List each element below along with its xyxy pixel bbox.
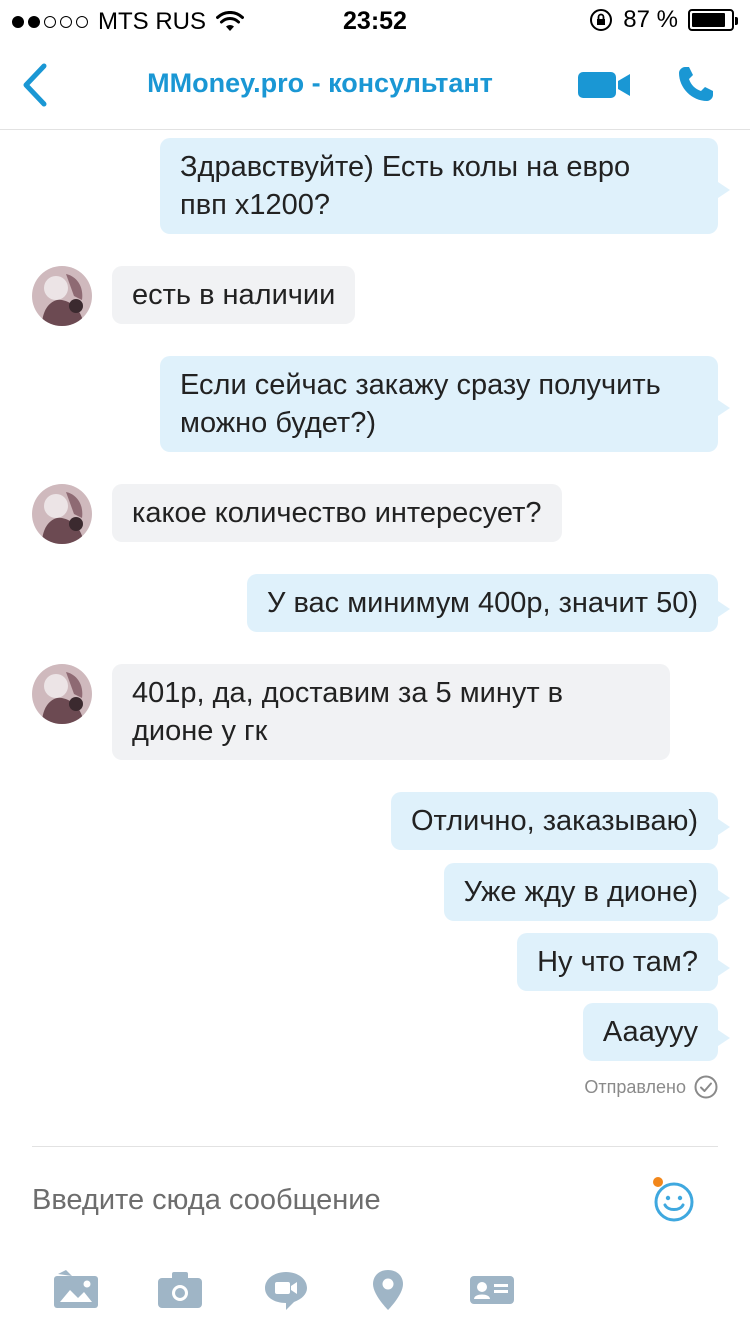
message-outgoing[interactable]: Уже жду в дионе) [443, 863, 731, 921]
video-camera-icon[interactable] [578, 70, 632, 100]
message-outgoing[interactable]: Здравствуйте) Есть колы на евро пвп х120… [160, 138, 730, 234]
sent-check-icon [694, 1075, 718, 1099]
battery-icon [688, 9, 738, 31]
contact-card-icon[interactable] [468, 1268, 516, 1312]
message-line: Ну что там? [537, 946, 698, 978]
composer-toolbar [0, 1268, 750, 1318]
camera-icon[interactable] [156, 1268, 204, 1312]
delivery-status: Отправлено [584, 1075, 718, 1099]
battery-percent: 87 % [623, 6, 678, 33]
location-pin-icon[interactable] [364, 1268, 412, 1312]
message-outgoing[interactable]: Ну что там? [517, 933, 730, 991]
message-line: Отлично, заказываю) [411, 805, 698, 837]
video-message-icon[interactable] [262, 1268, 310, 1312]
message-line: Здравствуйте) Есть колы на евро [180, 151, 631, 183]
message-line: Уже жду в дионе) [463, 876, 698, 908]
message-outgoing[interactable]: Аааууу [582, 1003, 731, 1061]
avatar-image [32, 664, 92, 724]
chat-header: MMoney.pro - консультант [0, 40, 750, 130]
status-bar-right: 87 % [589, 6, 738, 34]
message-line: пвп х1200? [180, 189, 331, 221]
message-line: Аааууу [602, 1016, 698, 1048]
message-line: можно будет?) [180, 407, 377, 439]
avatar-image [32, 484, 92, 544]
phone-icon[interactable] [676, 64, 716, 104]
avatar[interactable] [32, 266, 92, 326]
message-line: 401р, да, доставим за 5 минут в [132, 677, 564, 709]
message-incoming[interactable]: 401р, да, доставим за 5 минут в дионе у … [112, 664, 670, 760]
message-incoming[interactable]: есть в наличии [112, 266, 356, 324]
delivery-status-text: Отправлено [584, 1076, 686, 1097]
rotation-lock-icon [590, 9, 613, 31]
message-line: У вас минимум 400р, значит 50) [266, 587, 698, 619]
message-line: дионе у гк [132, 715, 268, 747]
message-incoming[interactable]: какое количество интересует? [112, 484, 562, 542]
message-line: Если сейчас закажу сразу получить [180, 369, 661, 401]
battery-level-fill [692, 13, 726, 27]
photo-gallery-icon[interactable] [52, 1268, 100, 1312]
message-outgoing[interactable]: У вас минимум 400р, значит 50) [246, 574, 731, 632]
message-line: есть в наличии [132, 279, 336, 311]
avatar-image [32, 266, 92, 326]
avatar[interactable] [32, 664, 92, 724]
avatar[interactable] [32, 484, 92, 544]
status-bar: MTS RUS 23:52 87 % [0, 0, 750, 40]
composer-divider [32, 1146, 718, 1147]
message-outgoing[interactable]: Отлично, заказываю) [391, 792, 730, 850]
message-input[interactable] [32, 1172, 622, 1228]
message-line: какое количество интересует? [132, 497, 542, 529]
smiley-icon[interactable] [648, 1176, 698, 1226]
conversation-title[interactable]: MMoney.pro - консультант [0, 68, 640, 99]
message-outgoing[interactable]: Если сейчас закажу сразу получить можно … [160, 356, 730, 452]
